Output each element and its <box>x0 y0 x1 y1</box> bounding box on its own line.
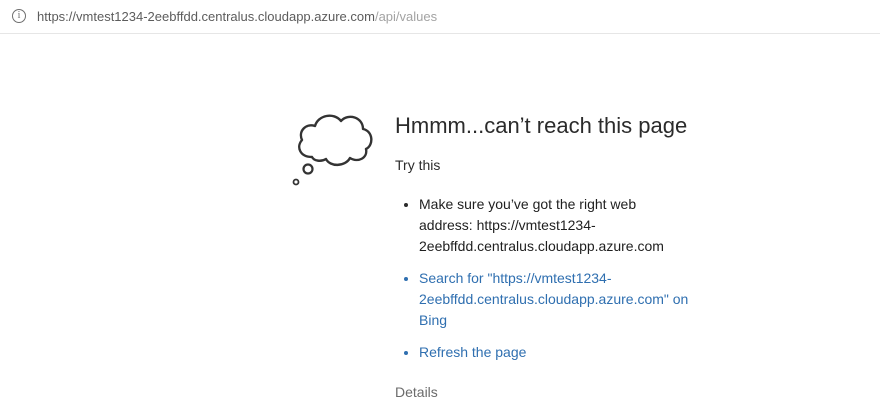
url-path: /api/values <box>374 9 438 24</box>
error-page: Hmmm...can’t reach this page Try this Ma… <box>0 34 880 415</box>
error-main: Hmmm...can’t reach this page Try this Ma… <box>395 112 725 401</box>
bullet <box>404 203 408 207</box>
thought-cloud-icon <box>292 114 373 186</box>
suggestion-list: Make sure you’ve got the right web addre… <box>395 194 725 363</box>
bullet <box>404 351 408 355</box>
details-toggle[interactable]: Details <box>395 383 725 401</box>
bullet <box>404 277 408 281</box>
try-this-heading: Try this <box>395 157 441 173</box>
suggestion-check-address: Make sure you’ve got the right web addre… <box>395 194 725 257</box>
search-bing-link[interactable]: Search for "https://vmtest1234- 2eebffdd… <box>395 268 725 331</box>
address-bar[interactable]: i https://vmtest1234-2eebffdd.centralus.… <box>0 0 880 34</box>
page-title: Hmmm...can’t reach this page <box>395 113 688 138</box>
address-url[interactable]: https://vmtest1234-2eebffdd.centralus.cl… <box>37 9 437 25</box>
url-host: https://vmtest1234-2eebffdd.centralus.cl… <box>37 9 375 24</box>
refresh-page-link[interactable]: Refresh the page <box>395 342 725 363</box>
info-icon[interactable]: i <box>12 9 26 23</box>
